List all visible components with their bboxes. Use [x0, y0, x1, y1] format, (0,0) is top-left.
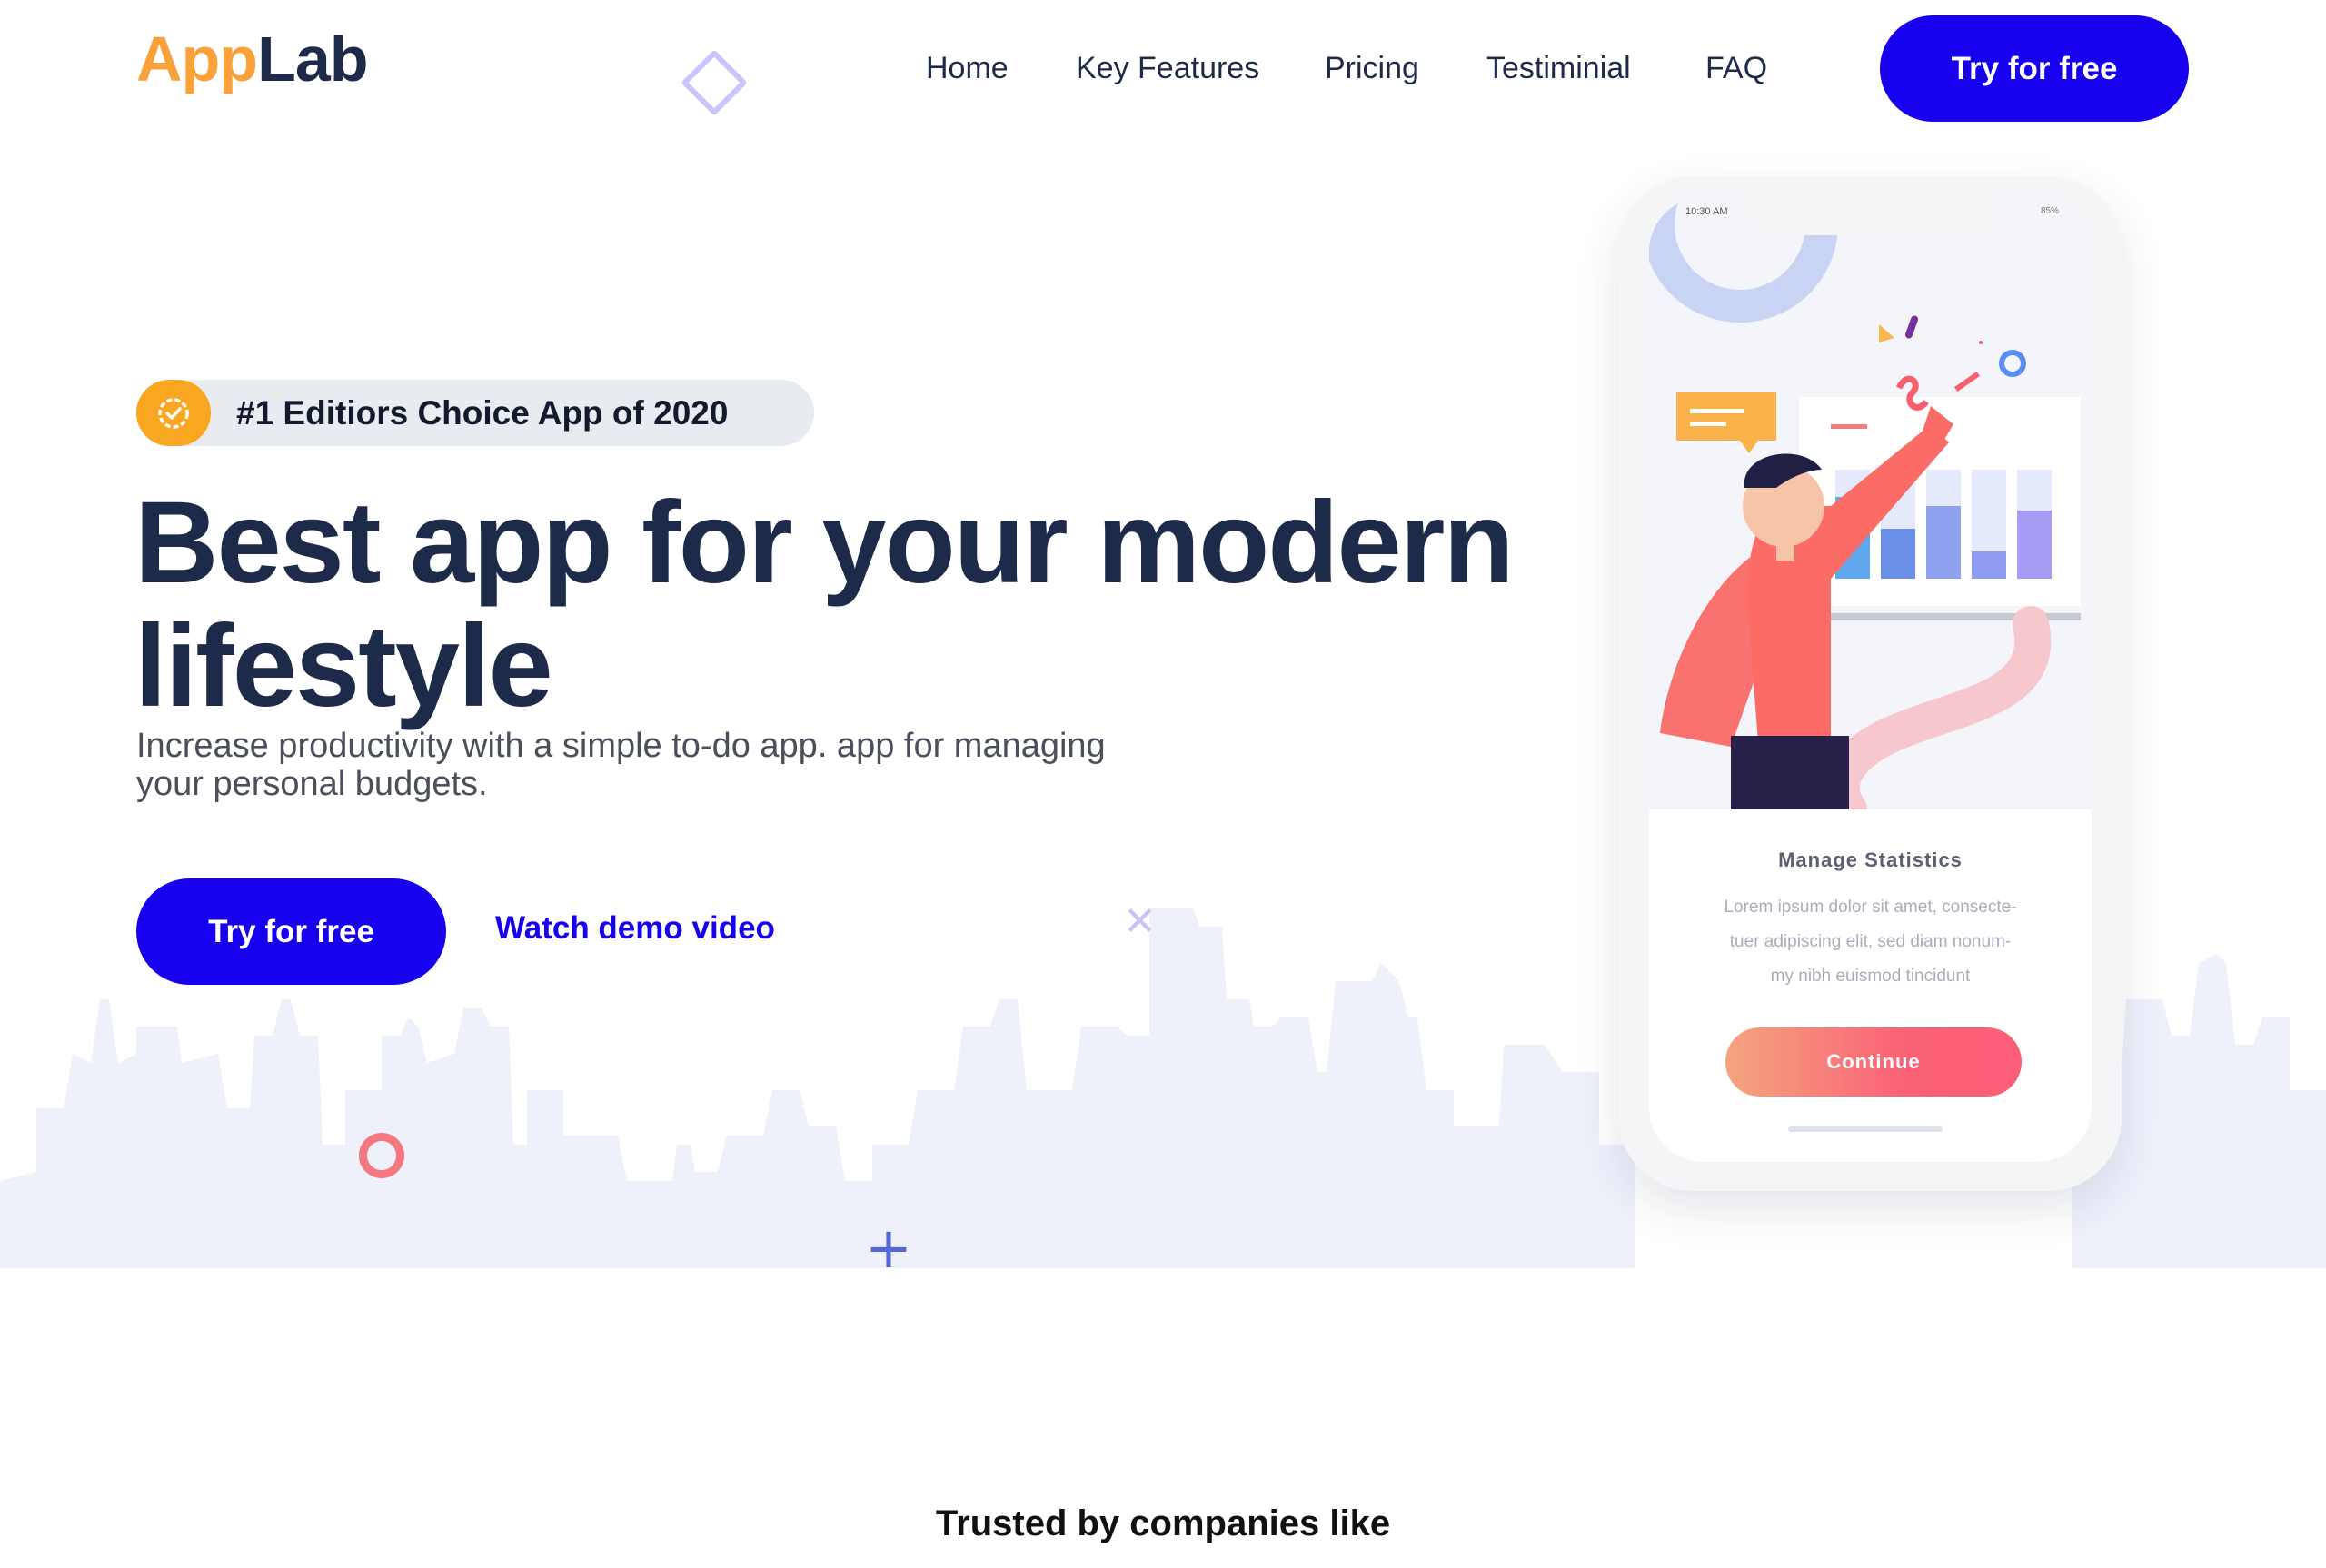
watch-demo-video-link[interactable]: Watch demo video	[495, 910, 775, 947]
status-battery: 85%	[2040, 206, 2059, 216]
headline-line-1: Best app for your modern	[134, 478, 1515, 608]
nav-testimonial-link[interactable]: Testiminial	[1486, 47, 1631, 89]
header-try-for-free-button[interactable]: Try for free	[1880, 15, 2189, 122]
trusted-by-heading: Trusted by companies like	[935, 1503, 1391, 1543]
card-body-line-1: Lorem ipsum dolor sit amet, consecte-	[1724, 898, 2017, 917]
ring-shape-icon	[359, 1133, 404, 1178]
subtext-line-1: Increase productivity with a simple to-d…	[136, 727, 1106, 765]
check-badge-icon	[136, 380, 211, 446]
phone-mockup: 10:30 AM 85% Manage Statistics Lorem ips…	[1619, 176, 2122, 1191]
status-time: 10:30 AM	[1685, 206, 1728, 217]
card-body-line-3: my nibh euismod tincidunt	[1770, 967, 1971, 986]
logo-app-text: App	[136, 24, 258, 94]
nav-home-link[interactable]: Home	[926, 47, 1009, 89]
card-body: Lorem ipsum dolor sit amet, consecte- tu…	[1678, 890, 2063, 994]
hero-try-for-free-button[interactable]: Try for free	[136, 878, 446, 985]
continue-button[interactable]: Continue	[1725, 1027, 2022, 1097]
headline-line-2: lifestyle	[134, 601, 553, 731]
phone-screen: 10:30 AM 85% Manage Statistics Lorem ips…	[1649, 197, 2092, 1162]
card-title: Manage Statistics	[1778, 849, 1963, 871]
subtext-line-2: your personal budgets.	[136, 765, 488, 803]
statistics-illustration	[1649, 197, 2092, 809]
diamond-shape-icon	[681, 49, 748, 116]
hero-headline: Best app for your modern lifestyle	[134, 481, 1588, 729]
nav-key-features-link[interactable]: Key Features	[1076, 47, 1259, 89]
plus-shape-icon: +	[865, 1215, 912, 1281]
home-indicator-bar	[1788, 1126, 1943, 1132]
badge-text: #1 Editiors Choice App of 2020	[236, 393, 729, 432]
nav-pricing-link[interactable]: Pricing	[1325, 47, 1419, 89]
hero-subtext: Increase productivity with a simple to-d…	[136, 727, 1245, 803]
card-body-line-2: tuer adipiscing elit, sed diam nonum-	[1729, 932, 2012, 951]
applab-logo[interactable]: AppLab	[136, 24, 369, 94]
nav-faq-link[interactable]: FAQ	[1705, 47, 1767, 89]
editors-choice-badge: #1 Editiors Choice App of 2020	[136, 380, 814, 446]
phone-notch	[1738, 197, 2002, 235]
cross-shape-icon: ✕	[1123, 898, 1157, 945]
logo-lab-text: Lab	[257, 24, 368, 94]
